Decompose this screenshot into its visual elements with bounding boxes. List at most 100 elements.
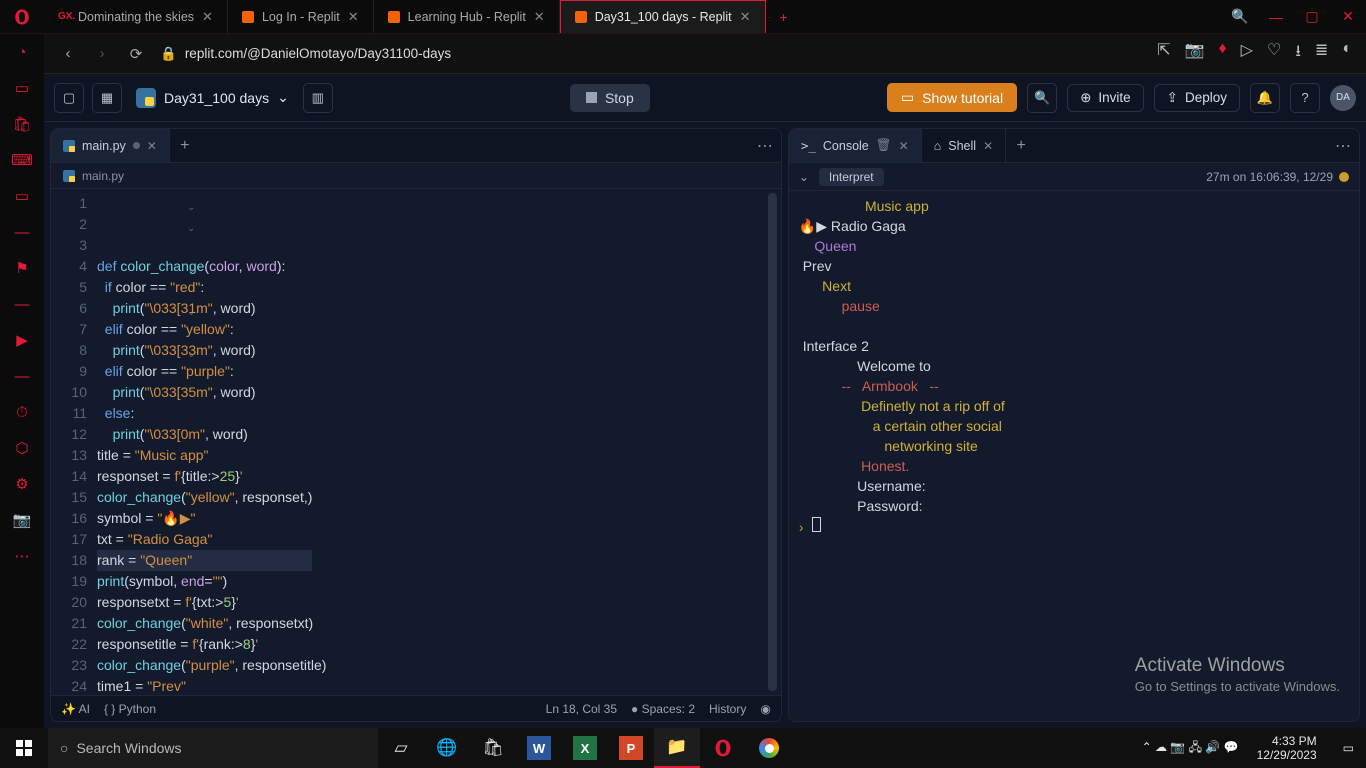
taskbar-app[interactable] bbox=[700, 728, 746, 768]
taskbar-app[interactable]: X bbox=[562, 728, 608, 768]
taskbar-app[interactable]: P bbox=[608, 728, 654, 768]
new-tab-button[interactable]: + bbox=[766, 0, 802, 33]
editor-tabrow: main.py ✕ + ⋯ bbox=[51, 129, 781, 163]
help-button[interactable]: ? bbox=[1290, 83, 1320, 113]
cursor-position: Ln 18, Col 35 bbox=[546, 702, 617, 716]
forward-button[interactable]: › bbox=[92, 45, 112, 62]
close-icon[interactable]: ✕ bbox=[534, 9, 545, 25]
interpret-chip[interactable]: Interpret bbox=[819, 168, 884, 186]
shield-icon[interactable]: ♦ bbox=[1218, 40, 1226, 67]
sidebar-icon[interactable]: — bbox=[12, 366, 32, 386]
download-icon[interactable]: ⭳ bbox=[1295, 40, 1301, 67]
trash-icon[interactable]: 🗑 bbox=[876, 138, 892, 153]
chevron-down-icon[interactable]: ⌄ bbox=[799, 170, 809, 184]
console-overflow-menu[interactable]: ⋯ bbox=[1327, 129, 1359, 162]
line-gutter: 1 2 3 4 5 6 7 8 9 10 11 12 13 14 15 16 1… bbox=[51, 189, 97, 695]
new-file-tab[interactable]: + bbox=[170, 129, 200, 162]
stop-button[interactable]: Stop bbox=[570, 84, 650, 112]
notifications-button[interactable]: 🔔 bbox=[1250, 83, 1280, 113]
console-output[interactable]: Music app 🔥▶ Radio Gaga Queen Prev Next … bbox=[789, 191, 1359, 721]
sidebar-icon[interactable]: ⏱ bbox=[12, 402, 32, 422]
layout-button[interactable]: ▥ bbox=[303, 83, 333, 113]
language-indicator[interactable]: { } Python bbox=[104, 702, 156, 716]
url-text: replit.com/@DanielOmotayo/Day31100-days bbox=[185, 46, 451, 61]
sidebar-icon[interactable]: ◔ bbox=[12, 42, 32, 62]
sidebar-icon[interactable]: — bbox=[12, 294, 32, 314]
reload-button[interactable]: ⟳ bbox=[126, 45, 146, 63]
close-icon[interactable]: ✕ bbox=[899, 139, 909, 153]
sidebar-icon[interactable]: ⬡ bbox=[12, 438, 32, 458]
stop-icon bbox=[586, 92, 597, 103]
editor-statusbar: ✨ AI { } Python Ln 18, Col 35 ● Spaces: … bbox=[51, 695, 781, 721]
close-icon[interactable]: ✕ bbox=[348, 9, 359, 25]
show-tutorial-button[interactable]: ▭ Show tutorial bbox=[887, 83, 1017, 112]
close-icon[interactable]: ✕ bbox=[983, 139, 993, 153]
close-icon[interactable]: ✕ bbox=[740, 9, 751, 25]
sidebar-icon[interactable]: ▭ bbox=[12, 78, 32, 98]
url-display[interactable]: 🔒 replit.com/@DanielOmotayo/Day31100-day… bbox=[160, 46, 451, 62]
share-icon[interactable]: ⇱ bbox=[1157, 40, 1170, 67]
taskbar-search[interactable]: ○ Search Windows bbox=[48, 728, 378, 768]
taskbar-app[interactable]: 🌐 bbox=[424, 728, 470, 768]
taskbar-clock[interactable]: 4:33 PM 12/29/2023 bbox=[1249, 734, 1325, 762]
taskbar-app[interactable]: ▱ bbox=[378, 728, 424, 768]
ai-indicator[interactable]: ✨ AI bbox=[61, 702, 90, 716]
browser-tab[interactable]: Day31_100 days - Replit✕ bbox=[560, 0, 766, 33]
heart-icon[interactable]: ♡ bbox=[1267, 40, 1281, 67]
back-button[interactable]: ‹ bbox=[58, 45, 78, 62]
clock-time: 4:33 PM bbox=[1257, 734, 1317, 748]
shell-tab[interactable]: ⌂ Shell ✕ bbox=[922, 129, 1006, 162]
spaces-indicator[interactable]: ● Spaces: 2 bbox=[631, 702, 695, 716]
minimize-button[interactable]: — bbox=[1258, 9, 1294, 25]
record-icon[interactable]: ◉ bbox=[760, 702, 770, 716]
search-button[interactable]: 🔍 bbox=[1027, 83, 1057, 113]
sidebar-icon[interactable]: ⋯ bbox=[12, 546, 32, 566]
fold-icon[interactable]: ⌄ bbox=[187, 197, 195, 218]
browser-tab[interactable]: Log In - Replit✕ bbox=[228, 0, 374, 33]
sidebar-icon[interactable]: — bbox=[12, 222, 32, 242]
taskbar-app[interactable]: 🛍 bbox=[470, 728, 516, 768]
history-button[interactable]: History bbox=[709, 702, 746, 716]
new-console-tab[interactable]: + bbox=[1006, 129, 1036, 162]
sidebar-toggle[interactable]: ▢ bbox=[54, 83, 84, 113]
browser-tab[interactable]: Learning Hub - Replit✕ bbox=[374, 0, 560, 33]
maximize-button[interactable]: ▢ bbox=[1294, 8, 1330, 25]
status-dot-icon bbox=[1339, 172, 1349, 182]
console-subheader: ⌄ Interpret 27m on 16:06:39, 12/29 bbox=[789, 163, 1359, 191]
camera-icon[interactable]: 📷 bbox=[1185, 40, 1205, 67]
search-icon[interactable]: 🔍 bbox=[1222, 8, 1258, 25]
sidebar-icon[interactable]: ▶ bbox=[12, 330, 32, 350]
close-icon[interactable]: ✕ bbox=[147, 139, 157, 153]
invite-icon: ⊕ bbox=[1080, 90, 1091, 106]
sidebar-icon[interactable]: ⚑ bbox=[12, 258, 32, 278]
avatar[interactable]: DA bbox=[1330, 85, 1356, 111]
taskbar-app[interactable] bbox=[746, 728, 792, 768]
browser-tab[interactable]: GX.Dominating the skies✕ bbox=[44, 0, 228, 33]
sidebar-icon[interactable]: ⚙ bbox=[12, 474, 32, 494]
system-tray[interactable]: ⌃ ☁ 📷 🖧 🔊 💬 bbox=[1142, 738, 1239, 759]
start-button[interactable] bbox=[0, 740, 48, 756]
sidebar-icon[interactable]: 🛍 bbox=[12, 114, 32, 134]
profile-icon[interactable]: ◐ bbox=[1342, 40, 1352, 67]
invite-button[interactable]: ⊕ Invite bbox=[1067, 84, 1144, 112]
sidebar-icon[interactable]: 📷 bbox=[12, 510, 32, 530]
activation-title: Activate Windows bbox=[1135, 655, 1340, 677]
close-window-button[interactable]: ✕ bbox=[1330, 8, 1366, 25]
deploy-button[interactable]: ⇪ Deploy bbox=[1154, 84, 1240, 112]
taskbar-app[interactable]: 📁 bbox=[654, 728, 700, 768]
taskbar-app[interactable]: W bbox=[516, 728, 562, 768]
browser-tabs: GX.Dominating the skies✕Log In - Replit✕… bbox=[44, 0, 766, 33]
notifications-icon[interactable]: ▭ bbox=[1335, 741, 1362, 755]
file-tab[interactable]: main.py ✕ bbox=[51, 129, 170, 162]
send-icon[interactable]: ▷ bbox=[1241, 40, 1253, 67]
code-editor[interactable]: 1 2 3 4 5 6 7 8 9 10 11 12 13 14 15 16 1… bbox=[51, 189, 781, 695]
fold-icon[interactable]: ⌄ bbox=[187, 218, 195, 239]
menu-icon[interactable]: ≣ bbox=[1315, 40, 1328, 67]
console-tab[interactable]: >_ Console 🗑 ✕ bbox=[789, 129, 922, 162]
grid-toggle[interactable]: ▦ bbox=[92, 83, 122, 113]
sidebar-icon[interactable]: ⌨ bbox=[12, 150, 32, 170]
sidebar-icon[interactable]: ▭ bbox=[12, 186, 32, 206]
close-icon[interactable]: ✕ bbox=[202, 9, 213, 25]
project-picker[interactable]: Day31_100 days ⌄ bbox=[130, 88, 295, 108]
editor-overflow-menu[interactable]: ⋯ bbox=[749, 129, 781, 162]
